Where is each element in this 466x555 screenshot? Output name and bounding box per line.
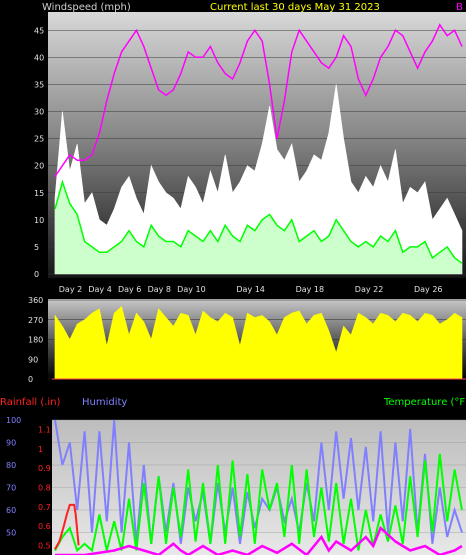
x-tick-day-10: Day 10 <box>177 285 206 294</box>
x-tick-day-2: Day 2 <box>59 285 82 294</box>
rain-y-tick-1.1: 1.1 <box>38 426 51 435</box>
rain-y-ticks: 1.1 1 0.9 0.8 0.7 0.6 0.5 <box>38 426 51 551</box>
wind-y-tick-15: 15 <box>34 189 44 198</box>
x-tick-day-14: Day 14 <box>236 285 265 294</box>
direction-y-tick-270: 270 <box>28 316 43 325</box>
humidity-y-tick-90: 90 <box>6 439 16 448</box>
humidity-y-ticks: 100 90 80 70 60 50 <box>6 416 21 538</box>
wind-x-ticks: Day 2 Day 4 Day 6 Day 8 Day 10 Day 14 Day 18 Da… <box>59 285 443 294</box>
humidity-y-tick-80: 80 <box>6 461 16 470</box>
rain-y-tick-0.7: 0.7 <box>38 503 51 512</box>
direction-y-ticks: 0 90 180 270 360 <box>28 296 43 384</box>
direction-series-group <box>52 306 466 380</box>
weather-charts: 051015202530354045 Day 2 Day 4 Day 6 Day 8D… <box>0 2 466 555</box>
direction-y-tick-180: 180 <box>28 336 43 345</box>
x-tick-day-22: Day 22 <box>355 285 384 294</box>
x-tick-day-4: Day 4 <box>88 285 111 294</box>
wind-y-tick-0: 0 <box>34 270 39 279</box>
wind-y-tick-45: 45 <box>34 26 44 35</box>
humidity-y-tick-100: 100 <box>6 416 21 425</box>
humidity-legend: Humidity <box>82 397 127 408</box>
wind-direction-series <box>54 306 463 380</box>
wind-y-tick-25: 25 <box>34 135 44 144</box>
wind-y-tick-30: 30 <box>34 108 44 117</box>
rain-y-tick-0.5: 0.5 <box>38 541 51 550</box>
x-tick-day-26: Day 26 <box>414 285 443 294</box>
wind-y-tick-40: 40 <box>34 53 44 62</box>
humidity-y-tick-60: 60 <box>6 506 16 515</box>
wind-y-ticks: 0 5 10 15 20 25 30 35 40 45 <box>34 26 44 279</box>
direction-y-tick-0: 0 <box>28 375 33 384</box>
humidity-y-tick-50: 50 <box>6 529 16 538</box>
x-tick-day-6: Day 6 <box>118 285 141 294</box>
wind-y-tick-20: 20 <box>34 162 44 171</box>
wind-y-tick-10: 10 <box>34 216 44 225</box>
rain-y-tick-1: 1 <box>38 445 43 454</box>
rain-y-tick-0.6: 0.6 <box>38 522 51 531</box>
direction-y-tick-360: 360 <box>28 296 43 305</box>
barometer-marker: B <box>456 2 463 13</box>
chart-title: Current last 30 days May 31 2023 <box>210 2 380 13</box>
x-tick-day-8: Day 8 <box>148 285 171 294</box>
x-tick-day-18: Day 18 <box>296 285 325 294</box>
humidity-y-tick-70: 70 <box>6 484 16 493</box>
rain-y-tick-0.9: 0.9 <box>38 464 51 473</box>
windspeed-axis-label: Windspeed (mph) <box>42 2 131 13</box>
wind-y-tick-35: 35 <box>34 80 44 89</box>
rainfall-legend: Rainfall (.in) <box>0 397 61 408</box>
rain-y-tick-0.8: 0.8 <box>38 484 51 493</box>
wind-y-tick-5: 5 <box>34 243 39 252</box>
temperature-legend: Temperature (°F) <box>383 397 466 408</box>
direction-y-tick-90: 90 <box>28 355 38 364</box>
